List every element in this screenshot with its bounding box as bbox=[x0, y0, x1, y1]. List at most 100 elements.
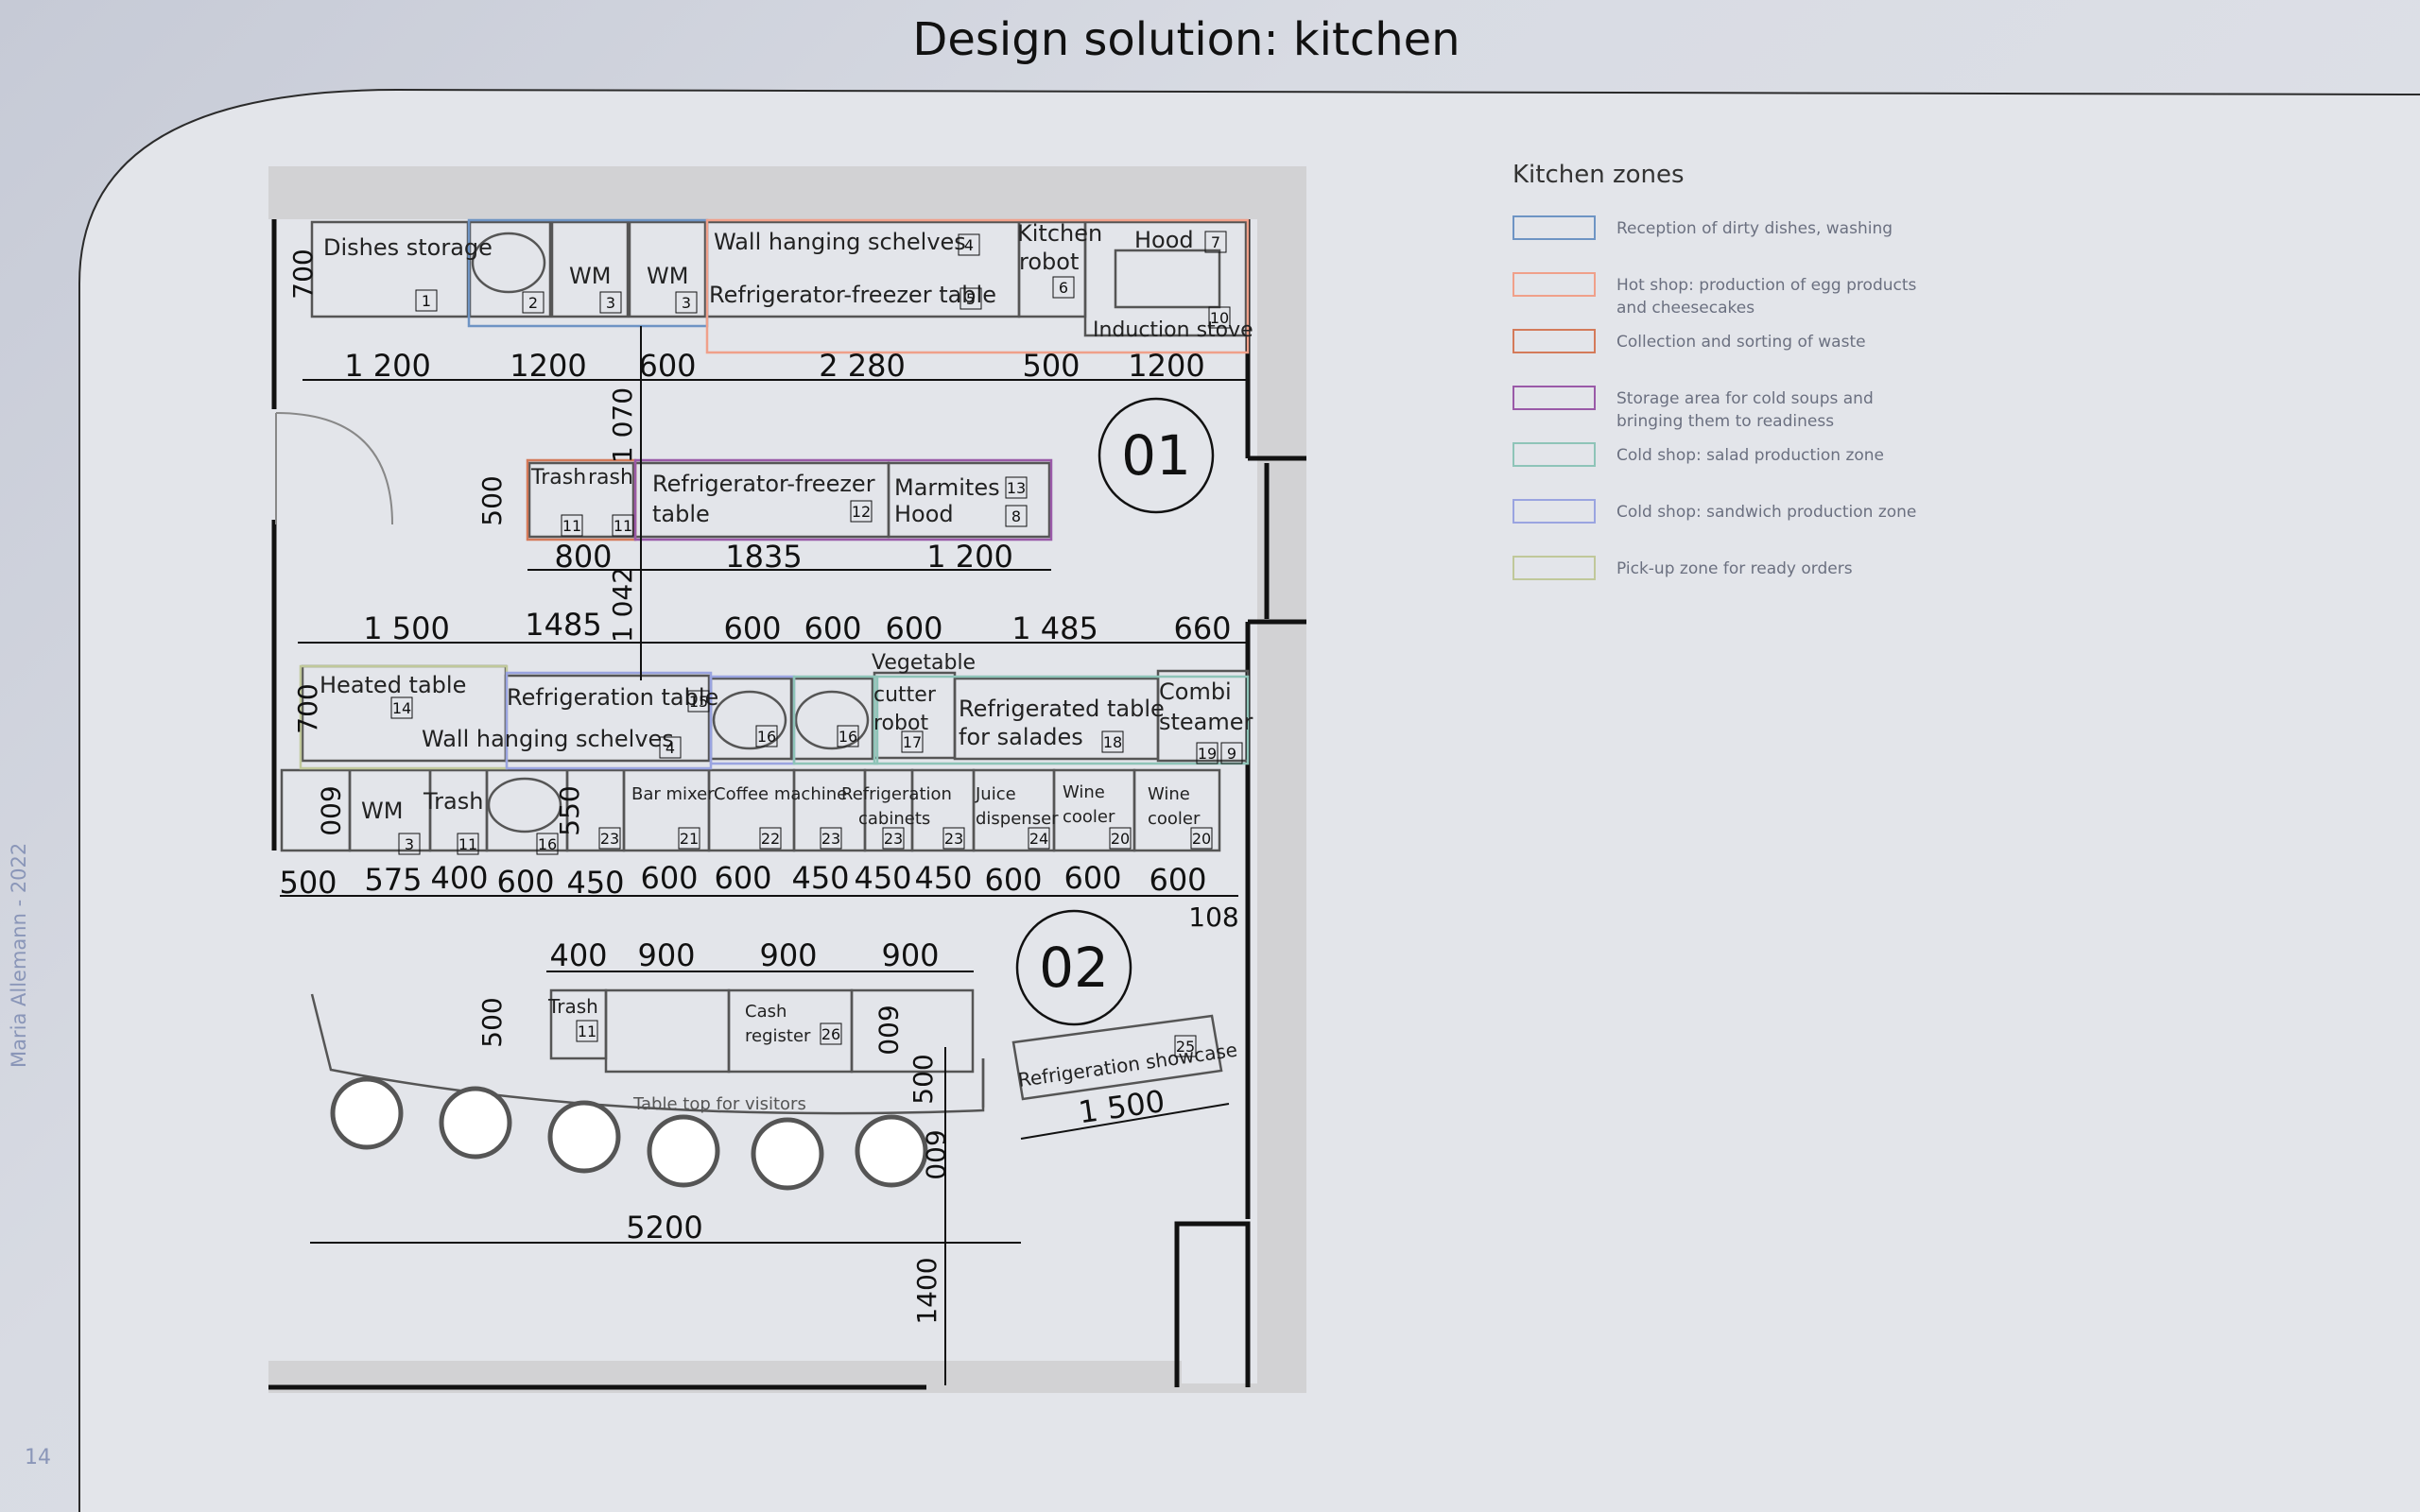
svg-text:900: 900 bbox=[881, 937, 939, 973]
legend-item: Collection and sorting of waste bbox=[1512, 327, 2004, 372]
label-kitchen: Kitchen bbox=[1017, 220, 1102, 247]
svg-text:500: 500 bbox=[476, 475, 508, 525]
svg-text:450: 450 bbox=[791, 860, 849, 896]
legend-swatch bbox=[1512, 499, 1596, 524]
svg-text:15: 15 bbox=[689, 693, 708, 711]
svg-text:1 500: 1 500 bbox=[363, 610, 450, 646]
svg-text:1400: 1400 bbox=[911, 1257, 942, 1324]
legend-label: Storage area for cold soups and bringing… bbox=[1616, 389, 1874, 431]
legend-swatch bbox=[1512, 442, 1596, 467]
svg-text:4: 4 bbox=[964, 236, 974, 254]
svg-text:24: 24 bbox=[1029, 830, 1048, 848]
svg-text:20: 20 bbox=[1192, 830, 1211, 848]
label-rash: rash bbox=[588, 466, 633, 490]
label-heated-table: Heated table bbox=[320, 672, 466, 698]
label-juice-1: Juice bbox=[975, 784, 1016, 804]
svg-text:600: 600 bbox=[315, 785, 346, 835]
svg-text:3: 3 bbox=[682, 294, 691, 312]
svg-text:19: 19 bbox=[1198, 745, 1217, 763]
label-wine-4: cooler bbox=[1148, 809, 1201, 829]
label-steamer: steamer bbox=[1159, 709, 1253, 735]
label-cutter: cutter bbox=[873, 683, 937, 707]
svg-text:21: 21 bbox=[680, 830, 699, 848]
svg-text:800: 800 bbox=[554, 539, 612, 575]
svg-text:450: 450 bbox=[914, 860, 972, 896]
svg-text:23: 23 bbox=[944, 830, 963, 848]
svg-text:1835: 1835 bbox=[725, 539, 802, 575]
label-trash-3: Trash bbox=[547, 995, 598, 1018]
svg-text:26: 26 bbox=[821, 1025, 840, 1043]
label-induction: Induction stove bbox=[1093, 318, 1253, 342]
svg-text:450: 450 bbox=[854, 860, 911, 896]
svg-text:18: 18 bbox=[1103, 733, 1122, 751]
label-wall-shelves-top: Wall hanging schelves bbox=[714, 229, 966, 255]
label-cash-2: register bbox=[745, 1026, 811, 1046]
svg-text:550: 550 bbox=[554, 785, 585, 835]
legend-item: Cold shop: salad production zone bbox=[1512, 440, 2004, 486]
kitchen-zones-legend: Kitchen zones Reception of dirty dishes,… bbox=[1512, 161, 2004, 610]
svg-text:1200: 1200 bbox=[1128, 348, 1204, 384]
svg-text:600: 600 bbox=[1149, 862, 1206, 898]
legend-swatch bbox=[1512, 272, 1596, 297]
svg-text:23: 23 bbox=[600, 830, 619, 848]
label-trash-1: Trash bbox=[530, 466, 586, 490]
label-dishes-storage: Dishes storage bbox=[323, 234, 493, 261]
svg-text:1 485: 1 485 bbox=[1011, 610, 1098, 646]
svg-text:16: 16 bbox=[538, 835, 557, 853]
svg-text:10: 10 bbox=[1210, 309, 1229, 327]
label-trash-2: Trash bbox=[423, 788, 483, 815]
svg-text:500: 500 bbox=[908, 1054, 939, 1104]
label-combi: Combi bbox=[1159, 679, 1232, 705]
label-robot: robot bbox=[1019, 249, 1079, 275]
svg-text:11: 11 bbox=[578, 1022, 596, 1040]
legend-item: Hot shop: production of egg products and… bbox=[1512, 270, 2004, 318]
legend-items: Reception of dirty dishes, washing Hot sh… bbox=[1512, 214, 2004, 599]
legend-label: Reception of dirty dishes, washing bbox=[1616, 219, 1893, 238]
svg-text:600: 600 bbox=[885, 610, 942, 646]
legend-title: Kitchen zones bbox=[1512, 161, 1685, 189]
label-hood: Hood bbox=[1134, 227, 1194, 253]
svg-text:3: 3 bbox=[606, 294, 615, 312]
zone-02-label: 02 bbox=[1039, 936, 1109, 1000]
svg-text:600: 600 bbox=[714, 860, 771, 896]
svg-text:660: 660 bbox=[1173, 610, 1231, 646]
legend-swatch bbox=[1512, 556, 1596, 580]
label-refr-cab-1: Refrigeration bbox=[841, 784, 952, 804]
svg-text:900: 900 bbox=[637, 937, 695, 973]
svg-text:500: 500 bbox=[476, 997, 508, 1047]
svg-text:17: 17 bbox=[903, 733, 922, 751]
svg-text:13: 13 bbox=[1007, 479, 1026, 497]
legend-item: Storage area for cold soups and bringing… bbox=[1512, 384, 2004, 431]
svg-text:600: 600 bbox=[1063, 860, 1121, 896]
label-bar-mixer: Bar mixer bbox=[631, 784, 715, 804]
label-wine-1: Wine bbox=[1063, 782, 1105, 802]
svg-text:1485: 1485 bbox=[525, 607, 601, 643]
svg-text:1: 1 bbox=[422, 292, 431, 310]
svg-text:600: 600 bbox=[723, 610, 781, 646]
kitchen-floor-plan: 01 02 Dishes storage WM WM Wall hanging … bbox=[268, 166, 1306, 1393]
svg-text:600: 600 bbox=[920, 1129, 951, 1179]
label-vegetable: Vegetable bbox=[872, 651, 976, 675]
zone-01-label: 01 bbox=[1121, 423, 1191, 488]
legend-item: Reception of dirty dishes, washing bbox=[1512, 214, 2004, 259]
label-refr-cab-2: cabinets bbox=[858, 809, 930, 829]
label-coffee: Coffee machine bbox=[714, 784, 847, 804]
legend-swatch bbox=[1512, 215, 1596, 240]
svg-text:8: 8 bbox=[1011, 507, 1021, 525]
svg-text:25: 25 bbox=[1176, 1038, 1195, 1056]
label-cash-1: Cash bbox=[745, 1002, 786, 1022]
svg-text:5: 5 bbox=[966, 290, 976, 308]
label-table-top: Table top for visitors bbox=[632, 1094, 806, 1114]
label-hood-2: Hood bbox=[894, 501, 954, 527]
legend-item: Cold shop: sandwich production zone bbox=[1512, 497, 2004, 542]
svg-text:1200: 1200 bbox=[510, 348, 586, 384]
svg-text:400: 400 bbox=[549, 937, 607, 973]
svg-text:400: 400 bbox=[430, 860, 488, 896]
svg-text:600: 600 bbox=[873, 1005, 904, 1055]
label-wm-2: WM bbox=[647, 263, 688, 289]
label-refrigerated-table: Refrigerated table bbox=[959, 696, 1165, 722]
svg-text:11: 11 bbox=[614, 517, 632, 535]
svg-text:1 200: 1 200 bbox=[344, 348, 431, 384]
svg-text:12: 12 bbox=[852, 503, 871, 521]
svg-text:16: 16 bbox=[757, 728, 776, 746]
